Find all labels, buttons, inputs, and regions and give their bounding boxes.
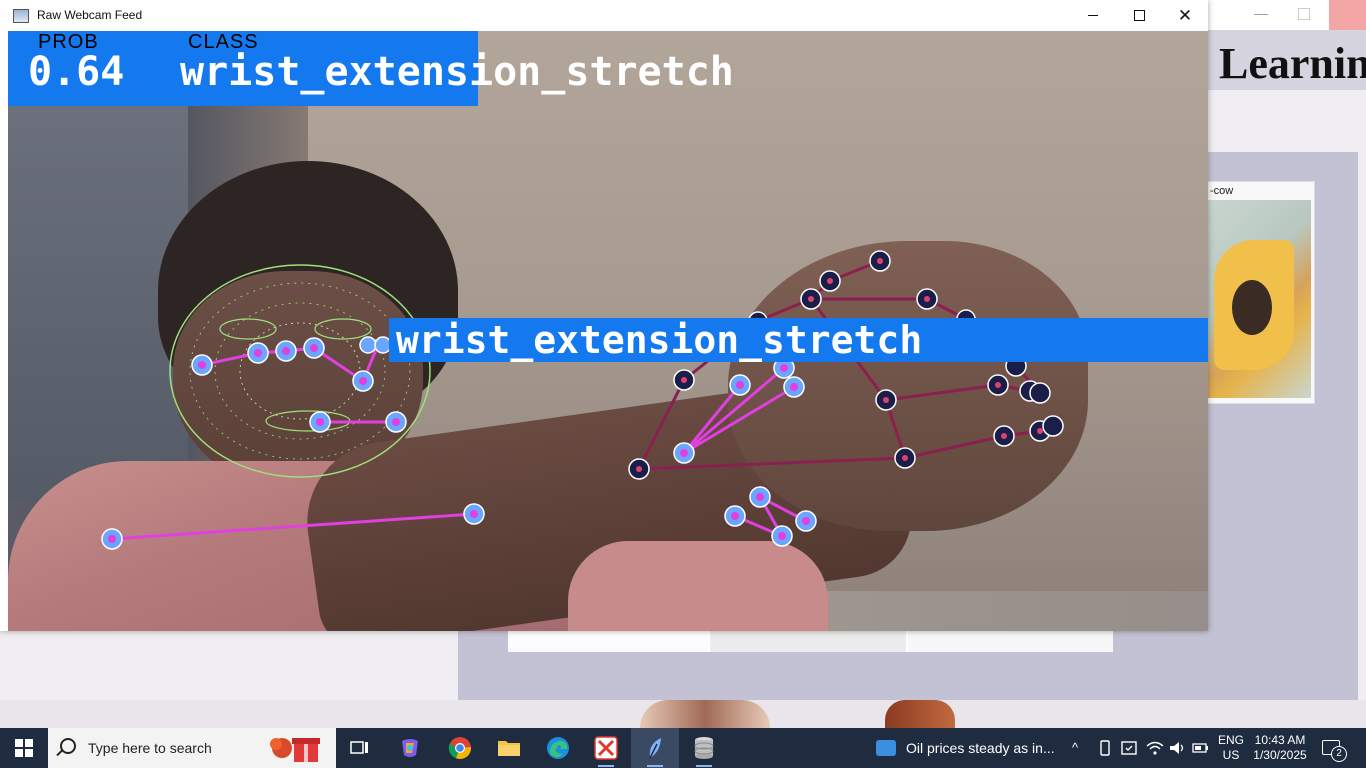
background-bottom-images xyxy=(0,700,1366,728)
edge-icon xyxy=(547,737,569,759)
chevron-up-icon: ^ xyxy=(1072,740,1079,755)
close-button[interactable]: ✕ xyxy=(1162,0,1208,31)
background-maximize-button[interactable] xyxy=(1298,8,1310,20)
xampp-icon xyxy=(594,736,618,760)
copilot-icon xyxy=(402,739,418,757)
search-icon xyxy=(60,738,76,754)
chrome-button[interactable] xyxy=(436,728,484,768)
edge-button[interactable] xyxy=(534,728,582,768)
background-minimize-button[interactable]: — xyxy=(1254,6,1268,20)
notification-count: 2 xyxy=(1331,746,1347,762)
face-mesh-right-eye xyxy=(314,318,372,340)
background-page-heading: Learnin xyxy=(1219,39,1366,88)
maximize-icon xyxy=(1133,10,1145,21)
window-title: Raw Webcam Feed xyxy=(37,8,143,22)
news-widget[interactable]: Oil prices steady as in... xyxy=(868,728,1058,768)
database-app-button[interactable] xyxy=(680,728,728,768)
feather-app-button[interactable] xyxy=(631,728,679,768)
clock-time: 10:43 AM xyxy=(1254,733,1306,747)
taskbar-clock[interactable]: 10:43 AM 1/30/2025 xyxy=(1250,733,1310,763)
pose-skeleton xyxy=(111,344,807,541)
start-button[interactable] xyxy=(0,728,48,768)
wifi-icon xyxy=(1146,741,1164,755)
pose-landmarks xyxy=(101,336,817,550)
tray-security-button[interactable] xyxy=(1121,740,1137,759)
language-indicator[interactable]: ENG US xyxy=(1216,733,1246,763)
volume-icon xyxy=(1170,742,1184,754)
notification-center-button[interactable]: 2 xyxy=(1322,738,1347,762)
maximize-button[interactable] xyxy=(1116,0,1162,31)
close-icon: ✕ xyxy=(1177,6,1193,25)
class-value: wrist_extension_stretch xyxy=(180,49,734,95)
battery-icon xyxy=(1192,743,1208,753)
webcam-feed: PROB CLASS 0.64 wrist_extension_stretch … xyxy=(8,31,1208,631)
database-icon xyxy=(694,737,714,759)
window-app-icon xyxy=(13,9,29,23)
device-icon xyxy=(1100,740,1110,756)
minimize-button[interactable] xyxy=(1070,0,1116,31)
windows-logo-icon xyxy=(15,739,33,757)
language-region: US xyxy=(1222,748,1240,762)
probability-value: 0.64 xyxy=(28,49,125,95)
tray-overflow-button[interactable]: ^ xyxy=(1072,740,1078,755)
background-pose-card-label: -cow xyxy=(1210,185,1234,197)
security-icon xyxy=(1121,741,1137,755)
search-highlight-gift-icon xyxy=(270,738,320,762)
taskbar: Type here to search Oil prices steady as… xyxy=(0,728,1366,768)
xampp-button[interactable] xyxy=(582,728,630,768)
hand-skeleton xyxy=(637,259,1042,471)
clock-date: 1/30/2025 xyxy=(1253,748,1307,762)
feather-icon xyxy=(649,738,661,759)
search-placeholder: Type here to search xyxy=(88,740,212,756)
folder-icon xyxy=(498,741,520,756)
background-close-button[interactable] xyxy=(1329,0,1366,30)
webcam-window[interactable]: Raw Webcam Feed ✕ PROB CLASS 0.64 wrist_… xyxy=(0,0,1208,631)
face-mesh-left-eye xyxy=(219,318,277,340)
taskbar-search[interactable]: Type here to search xyxy=(48,728,336,768)
tray-battery-button[interactable] xyxy=(1192,740,1210,759)
background-image-strip xyxy=(508,628,1113,652)
tray-device-button[interactable] xyxy=(1098,740,1112,759)
task-view-button[interactable] xyxy=(336,728,384,768)
window-titlebar[interactable]: Raw Webcam Feed ✕ xyxy=(0,0,1208,31)
tray-wifi-button[interactable] xyxy=(1146,740,1164,759)
tray-volume-button[interactable] xyxy=(1169,740,1187,759)
file-explorer-button[interactable] xyxy=(485,728,533,768)
language-code: ENG xyxy=(1217,733,1244,747)
minimize-icon xyxy=(1088,15,1098,16)
face-mesh-ring xyxy=(189,282,411,460)
background-pose-card-image xyxy=(1204,200,1311,398)
news-icon xyxy=(876,740,896,756)
face-mesh-ring xyxy=(239,322,361,420)
news-headline: Oil prices steady as in... xyxy=(906,740,1055,756)
chrome-icon xyxy=(448,737,472,759)
body-label-text: wrist_extension_stretch xyxy=(396,318,923,362)
copilot-button[interactable] xyxy=(386,728,434,768)
task-view-icon xyxy=(350,741,368,754)
